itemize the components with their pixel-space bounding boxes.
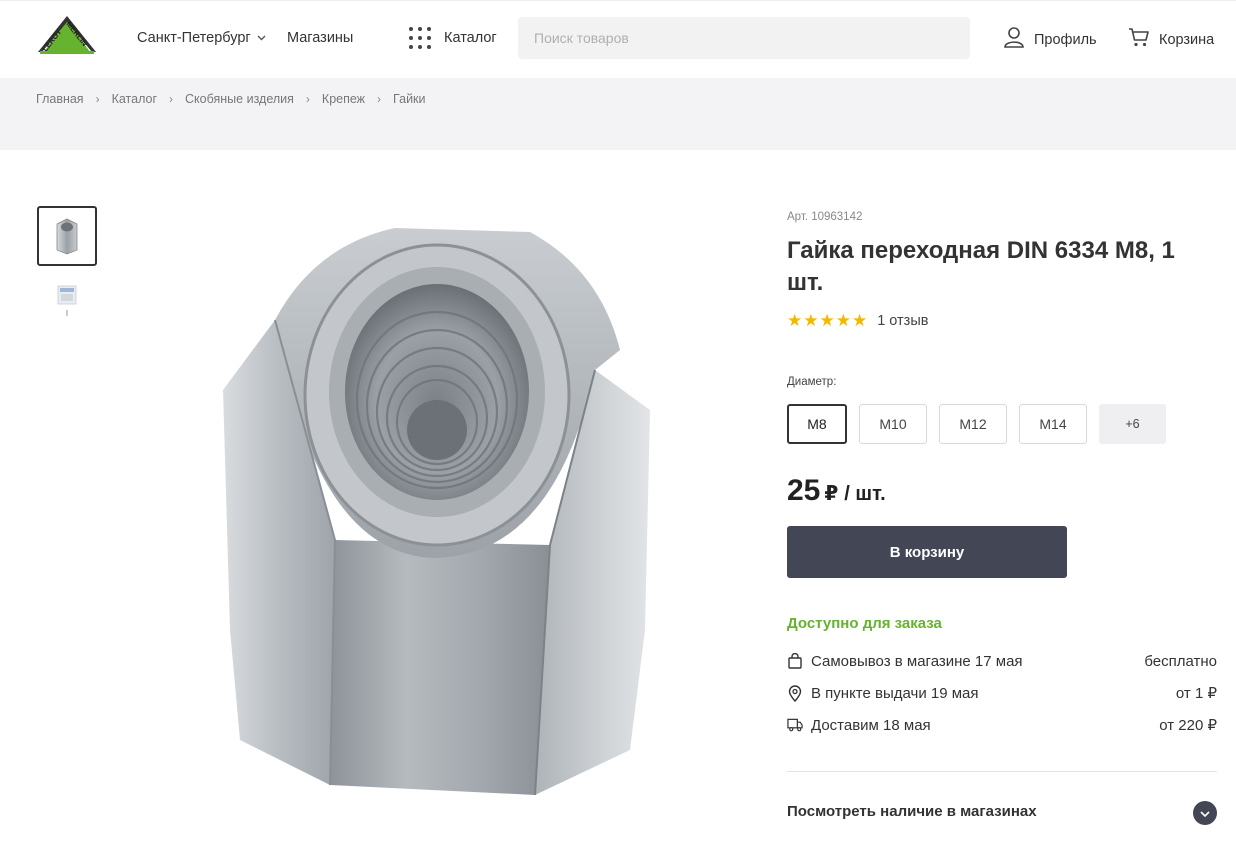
delivery-option-pickup: Самовывоз в магазине 17 мая бесплатно bbox=[787, 651, 1217, 671]
delivery-price: от 220 ₽ bbox=[1159, 717, 1217, 734]
package-thumbnail-image bbox=[57, 285, 77, 316]
size-option-m10[interactable]: M10 bbox=[859, 404, 927, 444]
price-value: 25 bbox=[787, 474, 821, 507]
profile-label: Профиль bbox=[1034, 31, 1097, 48]
site-header: LEROY MERLIN Санкт-Петербург Магазины Ка… bbox=[0, 0, 1236, 78]
chevron-down-icon bbox=[257, 33, 266, 44]
delivery-option-courier: Доставим 18 мая от 220 ₽ bbox=[787, 715, 1217, 735]
city-selector[interactable]: Санкт-Петербург bbox=[137, 30, 266, 46]
chevron-right-icon: › bbox=[95, 92, 100, 106]
search-input[interactable] bbox=[518, 17, 970, 59]
leroy-merlin-logo[interactable]: LEROY MERLIN bbox=[36, 16, 98, 56]
size-option-m8[interactable]: M8 bbox=[787, 404, 847, 444]
expand-button[interactable] bbox=[1193, 801, 1217, 825]
price-unit: / шт. bbox=[844, 483, 886, 505]
breadcrumb-item[interactable]: Гайки bbox=[393, 92, 425, 106]
cart-link[interactable]: Корзина bbox=[1128, 26, 1214, 53]
product-image bbox=[205, 210, 665, 800]
delivery-option-pickup-point: В пункте выдачи 19 мая от 1 ₽ bbox=[787, 683, 1217, 703]
map-pin-icon bbox=[787, 684, 803, 702]
breadcrumb-item[interactable]: Скобяные изделия bbox=[185, 92, 294, 106]
rating-stars-icon: ★★★★★ bbox=[787, 311, 869, 330]
diameter-label: Диаметр: bbox=[787, 376, 837, 388]
size-option-m14[interactable]: M14 bbox=[1019, 404, 1087, 444]
gallery-thumbnail[interactable] bbox=[50, 284, 84, 320]
grid-dots-icon bbox=[409, 27, 431, 49]
delivery-price: от 1 ₽ bbox=[1175, 685, 1217, 702]
product-price: 25 ₽ / шт. bbox=[787, 474, 886, 508]
article-number: Арт. 10963142 bbox=[787, 211, 863, 223]
breadcrumb-item[interactable]: Крепеж bbox=[322, 92, 365, 106]
more-sizes-button[interactable]: +6 bbox=[1099, 404, 1166, 444]
truck-icon bbox=[787, 716, 803, 734]
breadcrumb-band: Главная › Каталог › Скобяные изделия › К… bbox=[0, 78, 1236, 150]
section-divider bbox=[787, 771, 1217, 772]
breadcrumb-item[interactable]: Каталог bbox=[112, 92, 157, 106]
chevron-right-icon: › bbox=[169, 92, 174, 106]
nut-thumbnail-image bbox=[56, 218, 78, 255]
product-title: Гайка переходная DIN 6334 M8, 1 шт. bbox=[787, 237, 1175, 296]
chevron-down-icon bbox=[1200, 804, 1210, 822]
delivery-text: Самовывоз в магазине 17 мая bbox=[811, 652, 1023, 670]
user-icon bbox=[1003, 26, 1025, 53]
cart-icon bbox=[1128, 26, 1150, 53]
reviews-link[interactable]: 1 отзыв bbox=[877, 313, 928, 329]
cart-label: Корзина bbox=[1159, 31, 1215, 48]
diameter-options: M8 M10 M12 M14 +6 bbox=[787, 404, 1178, 444]
delivery-price: бесплатно bbox=[1144, 652, 1217, 670]
profile-link[interactable]: Профиль bbox=[1003, 26, 1097, 53]
gallery-thumbnail-selected[interactable] bbox=[37, 206, 97, 266]
delivery-text: В пункте выдачи 19 мая bbox=[811, 684, 979, 702]
catalog-label: Каталог bbox=[444, 30, 497, 46]
stores-link[interactable]: Магазины bbox=[287, 30, 353, 46]
catalog-button[interactable]: Каталог bbox=[409, 27, 497, 49]
price-currency: ₽ bbox=[824, 483, 839, 505]
breadcrumb-item[interactable]: Главная bbox=[36, 92, 84, 106]
chevron-right-icon: › bbox=[305, 92, 310, 106]
delivery-text: Доставим 18 мая bbox=[811, 716, 931, 734]
size-option-m12[interactable]: M12 bbox=[939, 404, 1007, 444]
shopping-bag-icon bbox=[787, 652, 803, 670]
store-availability-link[interactable]: Посмотреть наличие в магазинах bbox=[787, 803, 1037, 820]
breadcrumb: Главная › Каталог › Скобяные изделия › К… bbox=[36, 92, 426, 106]
product-rating: ★★★★★ 1 отзыв bbox=[787, 311, 928, 331]
chevron-right-icon: › bbox=[377, 92, 382, 106]
availability-status: Доступно для заказа bbox=[787, 615, 942, 632]
city-label: Санкт-Петербург bbox=[137, 30, 251, 46]
add-to-cart-button[interactable]: В корзину bbox=[787, 526, 1067, 578]
